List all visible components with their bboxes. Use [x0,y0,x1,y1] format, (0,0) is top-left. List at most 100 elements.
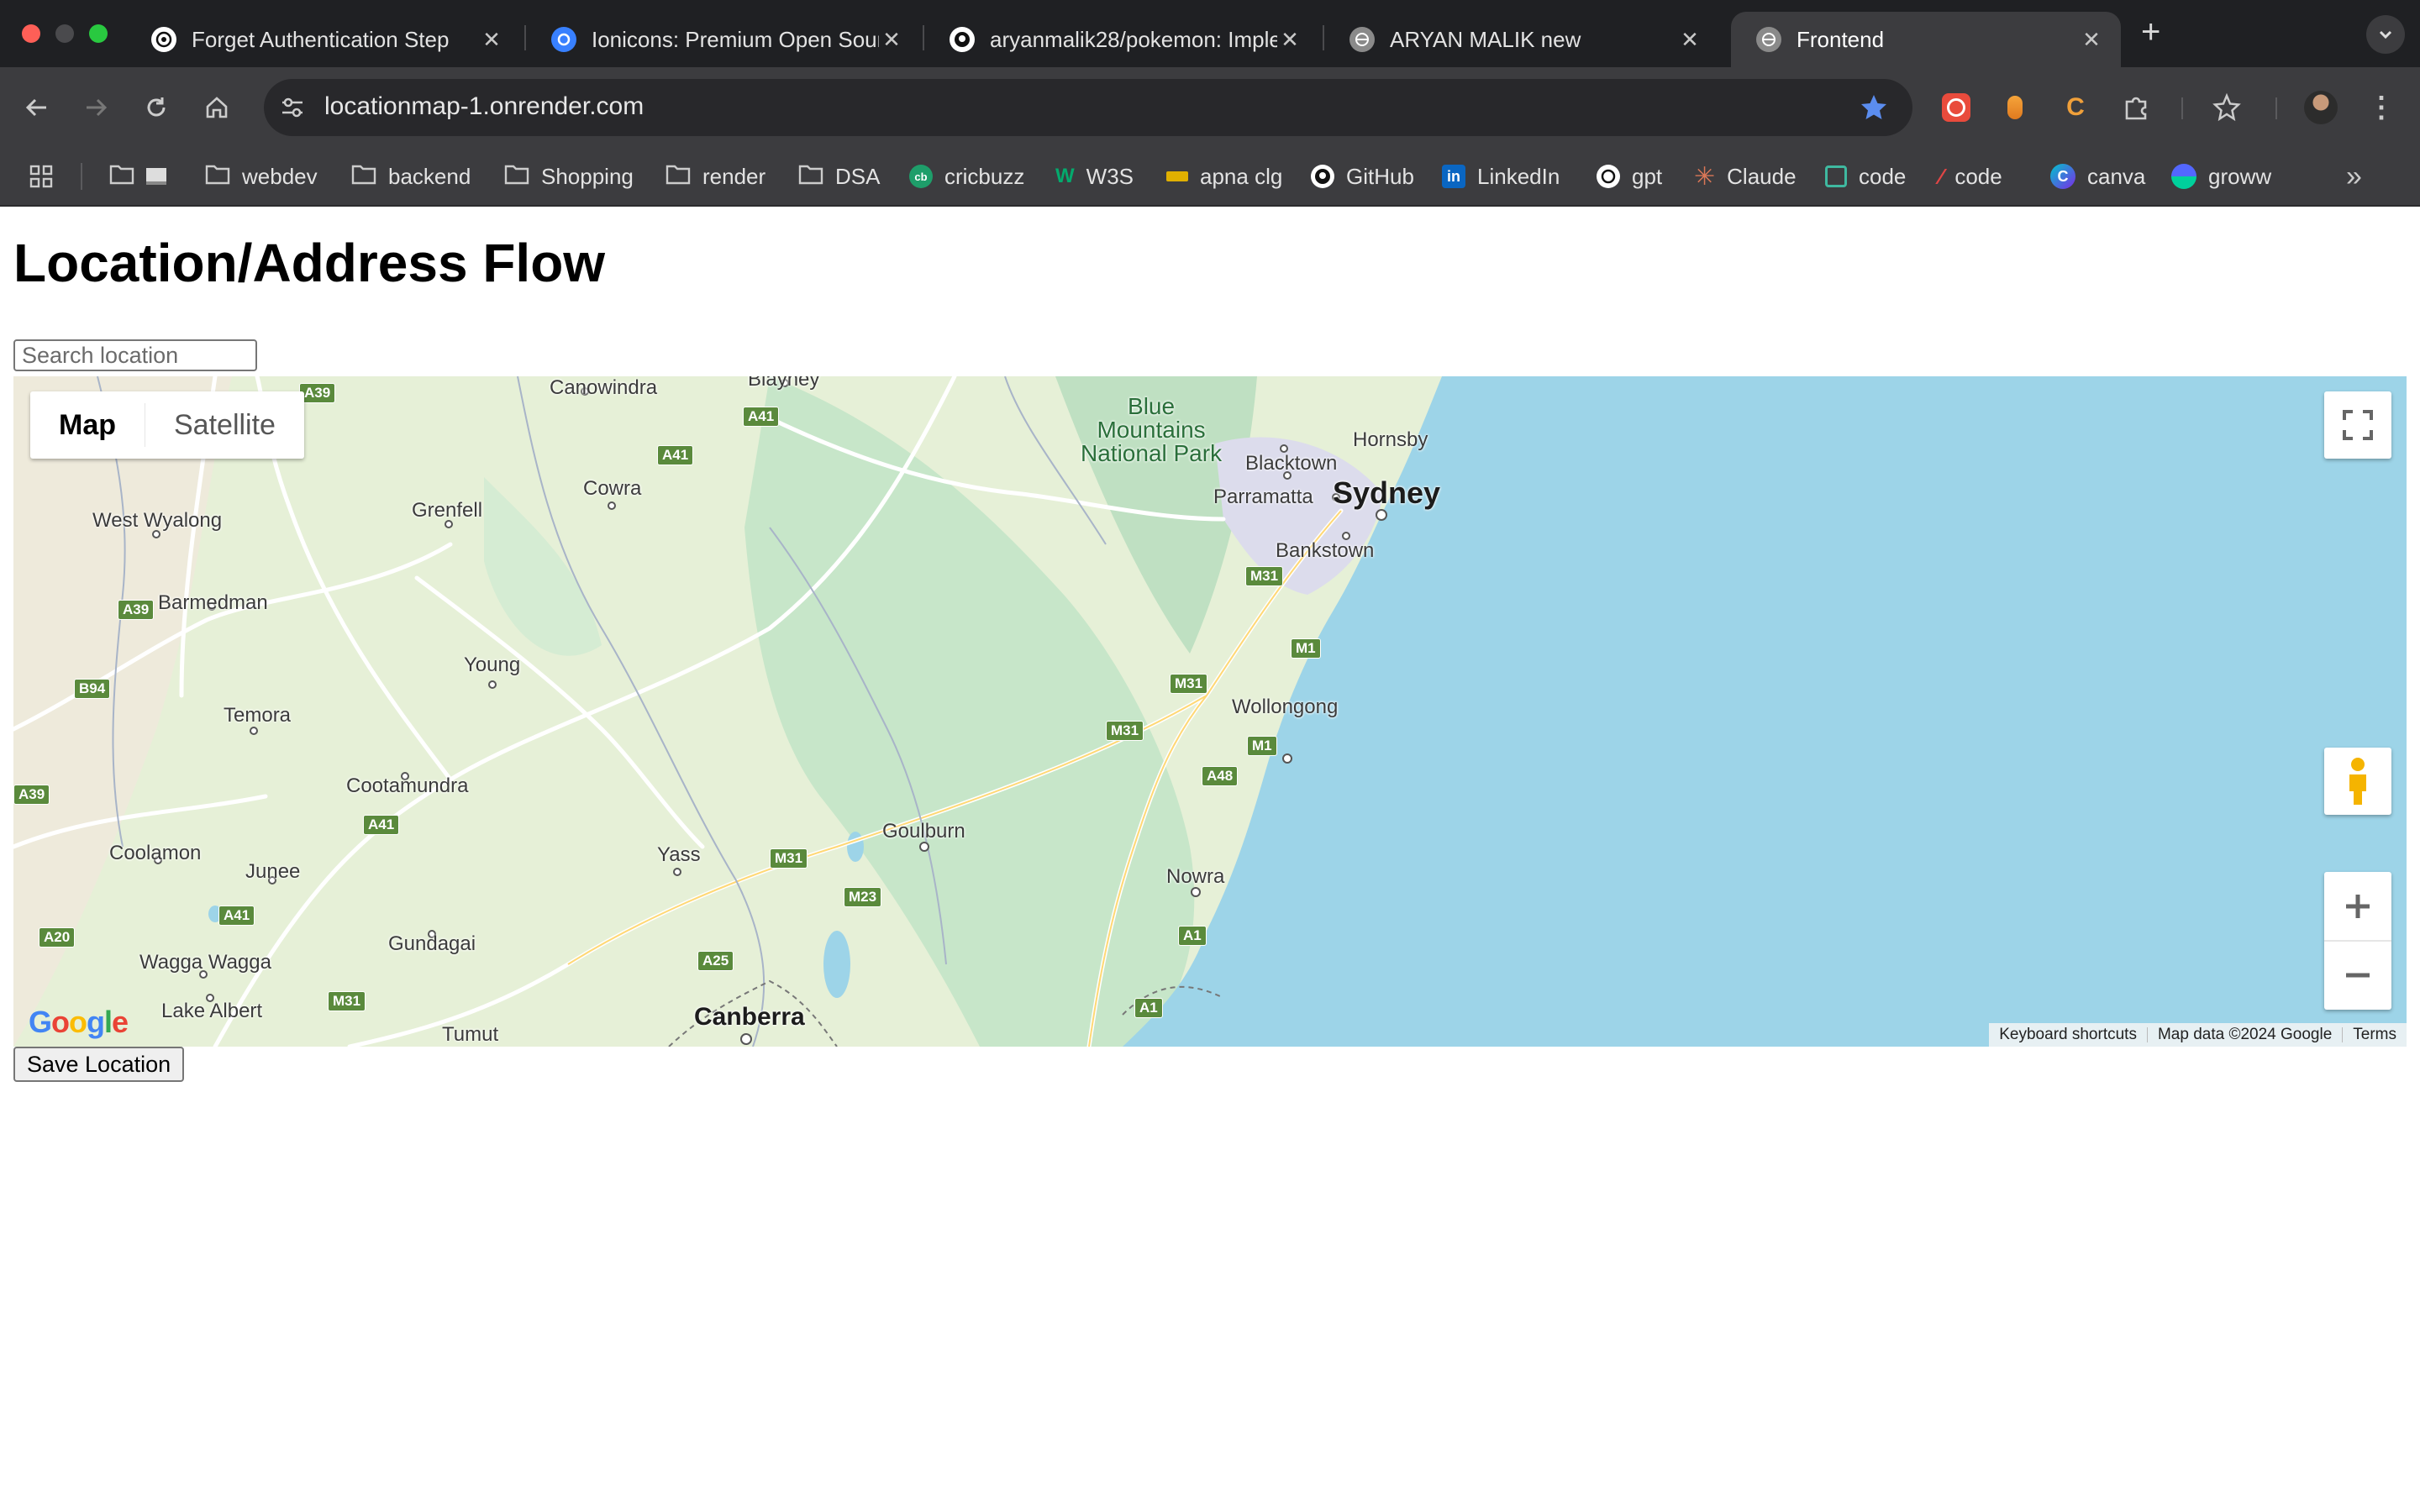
toolbar-divider [2275,97,2277,119]
tab-github-pokemon[interactable]: aryanmalik28/pokemon: Imple ✕ [924,12,1319,67]
bookmark-groww[interactable]: groww [2171,160,2271,193]
tab-title: Forget Authentication Step [192,26,450,52]
openai-icon [1597,165,1620,188]
close-tab-icon[interactable]: ✕ [879,27,904,53]
map-label-wollongong: Wollongong [1232,696,1339,718]
map-label-wagga-wagga: Wagga Wagga [139,951,271,974]
minimize-window-button[interactable] [55,24,74,43]
back-button[interactable] [15,86,59,129]
map-label-gundagai: Gundagai [388,932,476,955]
map-label-coolamon: Coolamon [109,842,202,864]
map-type-satellite-button[interactable]: Satellite [145,391,304,459]
reading-list-star-icon[interactable] [2207,87,2247,128]
bookmark-linkedin[interactable]: in LinkedIn [1442,160,1560,193]
site-settings-icon[interactable] [279,94,306,121]
extensions-puzzle-icon[interactable] [2116,87,2156,128]
tab-aryan-malik[interactable]: ARYAN MALIK new ✕ [1324,12,1719,67]
extension-orange-icon[interactable] [1995,87,2035,128]
map-label-cowra: Cowra [583,477,642,500]
map-label-blayney: Blayney [748,376,820,391]
fullscreen-button[interactable] [2324,391,2391,459]
terms-link[interactable]: Terms [2343,1026,2407,1044]
bookmark-canva[interactable]: Ccanva [2050,160,2145,193]
plus-icon [2346,895,2370,918]
more-menu-icon[interactable]: ⋮ [2361,87,2402,128]
map-type-map-button[interactable]: Map [30,391,145,459]
map-label-bankstown: Bankstown [1276,539,1375,562]
road-shield: A1 [1178,926,1207,946]
search-location-input[interactable] [13,339,257,371]
bookmark-label: cricbuzz [944,163,1025,189]
zoom-in-button[interactable] [2324,873,2391,942]
new-tab-button[interactable]: + [2141,13,2160,51]
profile-avatar[interactable] [2301,87,2341,128]
folder-icon [798,163,823,191]
forward-button[interactable] [74,86,118,129]
bookmark-code-2[interactable]: ⁄ code [1939,160,2002,193]
bookmark-webdev[interactable]: webdev [205,160,318,193]
bookmark-claude[interactable]: ✳ Claude [1694,160,1797,193]
road-shield: M1 [1291,638,1321,659]
map-label-yass: Yass [657,843,701,866]
bookmark-gpt[interactable]: gpt [1597,160,1662,193]
tab-search-button[interactable] [2366,15,2405,54]
close-tab-icon[interactable]: ✕ [1677,27,1702,53]
bookmark-label: groww [2208,163,2272,189]
map-label-west-wyalong: West Wyalong [92,509,223,532]
road-shield: A39 [299,383,336,403]
map-label-cootamundra: Cootamundra [346,774,469,797]
zoom-out-button[interactable] [2324,942,2391,1009]
extension-red-icon[interactable] [1936,87,1976,128]
bookmark-divider [81,163,82,190]
close-window-button[interactable] [22,24,40,43]
page-title: Location/Address Flow [13,233,606,293]
cricbuzz-icon: cb [909,165,933,188]
road-shield: B94 [74,679,111,699]
road-shield: M1 [1247,736,1277,756]
google-map[interactable]: Sydney Hornsby Blacktown Parramatta Bank… [13,376,2407,1047]
tab-frontend[interactable]: Frontend ✕ [1731,12,2121,67]
bookmark-cricbuzz[interactable]: cb cricbuzz [909,160,1024,193]
road-shield: A48 [1202,766,1239,786]
folder-icon [109,163,134,191]
bookmark-backend[interactable]: backend [351,160,471,193]
home-button[interactable] [195,86,239,129]
bookmark-folder-unnamed[interactable] [109,160,166,193]
bookmark-dsa[interactable]: DSA [798,160,880,193]
google-logo[interactable]: Google [29,1005,129,1040]
address-bar[interactable]: locationmap-1.onrender.com [264,79,1912,136]
bookmark-w3s[interactable]: W W3S [1055,160,1134,193]
bookmark-github[interactable]: GitHub [1311,160,1414,193]
apnaclg-icon [1166,171,1188,181]
close-tab-icon[interactable]: ✕ [2079,27,2104,53]
ionicons-icon [551,27,576,52]
fullscreen-icon [2343,410,2373,440]
save-location-button[interactable]: Save Location [13,1047,185,1082]
tab-ionicons[interactable]: Ionicons: Premium Open Source ✕ [526,12,921,67]
close-tab-icon[interactable]: ✕ [1277,27,1302,53]
bookmark-apna-clg[interactable]: apna clg [1166,160,1282,193]
maximize-window-button[interactable] [89,24,108,43]
map-attribution: Keyboard shortcuts Map data ©2024 Google… [1989,1023,2407,1047]
bookmark-render[interactable]: render [666,160,765,193]
road-shield: M31 [1245,566,1284,586]
keyboard-shortcuts-link[interactable]: Keyboard shortcuts [1989,1026,2147,1044]
road-shield: A41 [218,906,255,926]
bookmark-label: GitHub [1346,163,1414,189]
minus-icon [2346,973,2370,978]
apps-grid-icon[interactable] [29,160,54,193]
bookmark-code-1[interactable]: code [1825,160,1906,193]
more-bookmarks-chevron-icon[interactable]: » [2346,160,2362,193]
road-shield: A41 [657,445,694,465]
close-tab-icon[interactable]: ✕ [479,27,504,53]
map-label-barmedman: Barmedman [158,591,268,614]
extension-c-icon[interactable]: C [2055,87,2096,128]
globe-icon [1756,27,1781,52]
reload-button[interactable] [134,86,178,129]
bookmark-shopping[interactable]: Shopping [504,160,634,193]
street-view-pegman-button[interactable] [2324,748,2391,815]
tab-strip: Forget Authentication Step ✕ Ionicons: P… [0,0,2420,67]
tab-forget-auth[interactable]: Forget Authentication Step ✕ [126,12,521,67]
map-label-young: Young [464,654,521,676]
bookmark-star-icon[interactable] [1859,92,1889,123]
